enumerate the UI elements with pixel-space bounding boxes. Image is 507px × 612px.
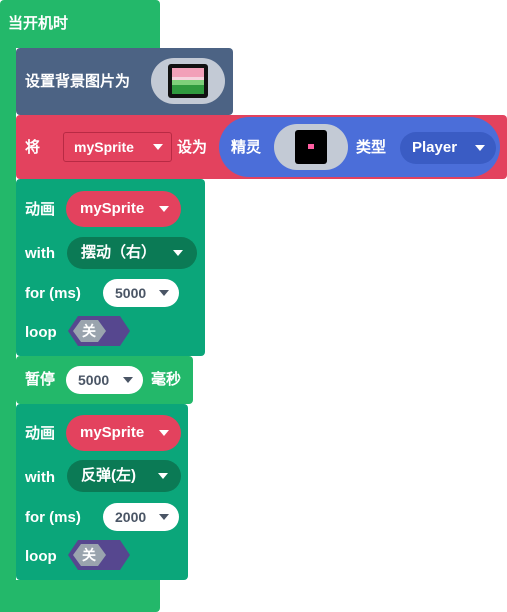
sprite-create-block[interactable]: 精灵 类型 Player <box>219 117 500 177</box>
pause-label: 暂停 <box>25 371 56 388</box>
chevron-down-icon <box>159 206 169 212</box>
duration-dropdown[interactable]: 5000 <box>103 279 179 307</box>
chevron-down-icon <box>173 250 183 256</box>
sprite-label: 精灵 <box>231 139 262 156</box>
on-start-label: 当开机时 <box>8 15 69 32</box>
chevron-down-icon <box>159 290 169 296</box>
set-background-label: 设置背景图片为 <box>25 73 131 90</box>
loop-toggle-shape <box>68 540 130 570</box>
set-background-block[interactable]: 设置背景图片为 <box>16 48 233 115</box>
pause-duration-value: 5000 <box>78 372 110 388</box>
variable-dropdown[interactable]: mySprite <box>63 132 172 162</box>
loop-label: loop <box>25 548 57 565</box>
duration-value: 5000 <box>115 285 147 301</box>
animate-sprite-label: mySprite <box>80 424 145 441</box>
duration-dropdown[interactable]: 2000 <box>103 503 179 531</box>
loop-toggle[interactable]: 关 <box>68 540 130 570</box>
duration-label: for (ms) <box>25 285 81 302</box>
on-start-spine <box>0 40 16 612</box>
duration-value: 2000 <box>115 509 147 525</box>
landscape-thumbnail-icon <box>168 64 208 98</box>
animation-type-label: 摆动（右） <box>81 244 157 261</box>
animate-label: 动画 <box>25 201 56 218</box>
chevron-down-icon <box>158 473 168 479</box>
kind-label: 类型 <box>356 139 387 156</box>
animate-block-1[interactable]: 动画 mySprite with 摆动（右） for (ms) 5000 loo… <box>16 179 205 356</box>
with-label: with <box>25 245 55 262</box>
animation-type-dropdown[interactable]: 摆动（右） <box>67 237 197 269</box>
pause-duration-dropdown[interactable]: 5000 <box>66 366 143 394</box>
pause-unit-label: 毫秒 <box>151 371 182 388</box>
kind-dropdown-label: Player <box>412 139 458 156</box>
animate-block-2[interactable]: 动画 mySprite with 反弹(左) for (ms) 2000 loo… <box>16 404 188 580</box>
chevron-down-icon <box>123 377 133 383</box>
with-label: with <box>25 469 55 486</box>
loop-toggle-label: 关 <box>82 547 96 563</box>
sprite-thumbnail-icon <box>295 130 327 164</box>
chevron-down-icon <box>475 145 485 151</box>
set-variable-block[interactable]: 将 mySprite 设为 精灵 类型 Player <box>16 115 507 179</box>
chevron-down-icon <box>159 514 169 520</box>
animation-type-dropdown[interactable]: 反弹(左) <box>67 460 181 492</box>
loop-toggle-label: 关 <box>82 323 96 339</box>
chevron-down-icon <box>153 144 163 150</box>
loop-toggle-shape <box>68 316 130 346</box>
on-start-footer <box>0 580 160 612</box>
animate-label: 动画 <box>25 425 56 442</box>
chevron-down-icon <box>159 430 169 436</box>
set-label: 将 <box>25 139 41 156</box>
animate-sprite-dropdown[interactable]: mySprite <box>66 415 181 451</box>
loop-label: loop <box>25 324 57 341</box>
pause-block[interactable]: 暂停 5000 毫秒 <box>16 356 193 404</box>
duration-label: for (ms) <box>25 509 81 526</box>
background-image-picker[interactable] <box>151 58 225 104</box>
sprite-image-picker[interactable] <box>274 124 348 170</box>
animate-sprite-label: mySprite <box>80 200 145 217</box>
to-label: 设为 <box>177 139 208 156</box>
variable-dropdown-label: mySprite <box>74 139 134 155</box>
animate-sprite-dropdown[interactable]: mySprite <box>66 191 181 227</box>
kind-dropdown[interactable]: Player <box>400 132 496 164</box>
loop-toggle[interactable]: 关 <box>68 316 130 346</box>
animation-type-label: 反弹(左) <box>81 467 136 484</box>
